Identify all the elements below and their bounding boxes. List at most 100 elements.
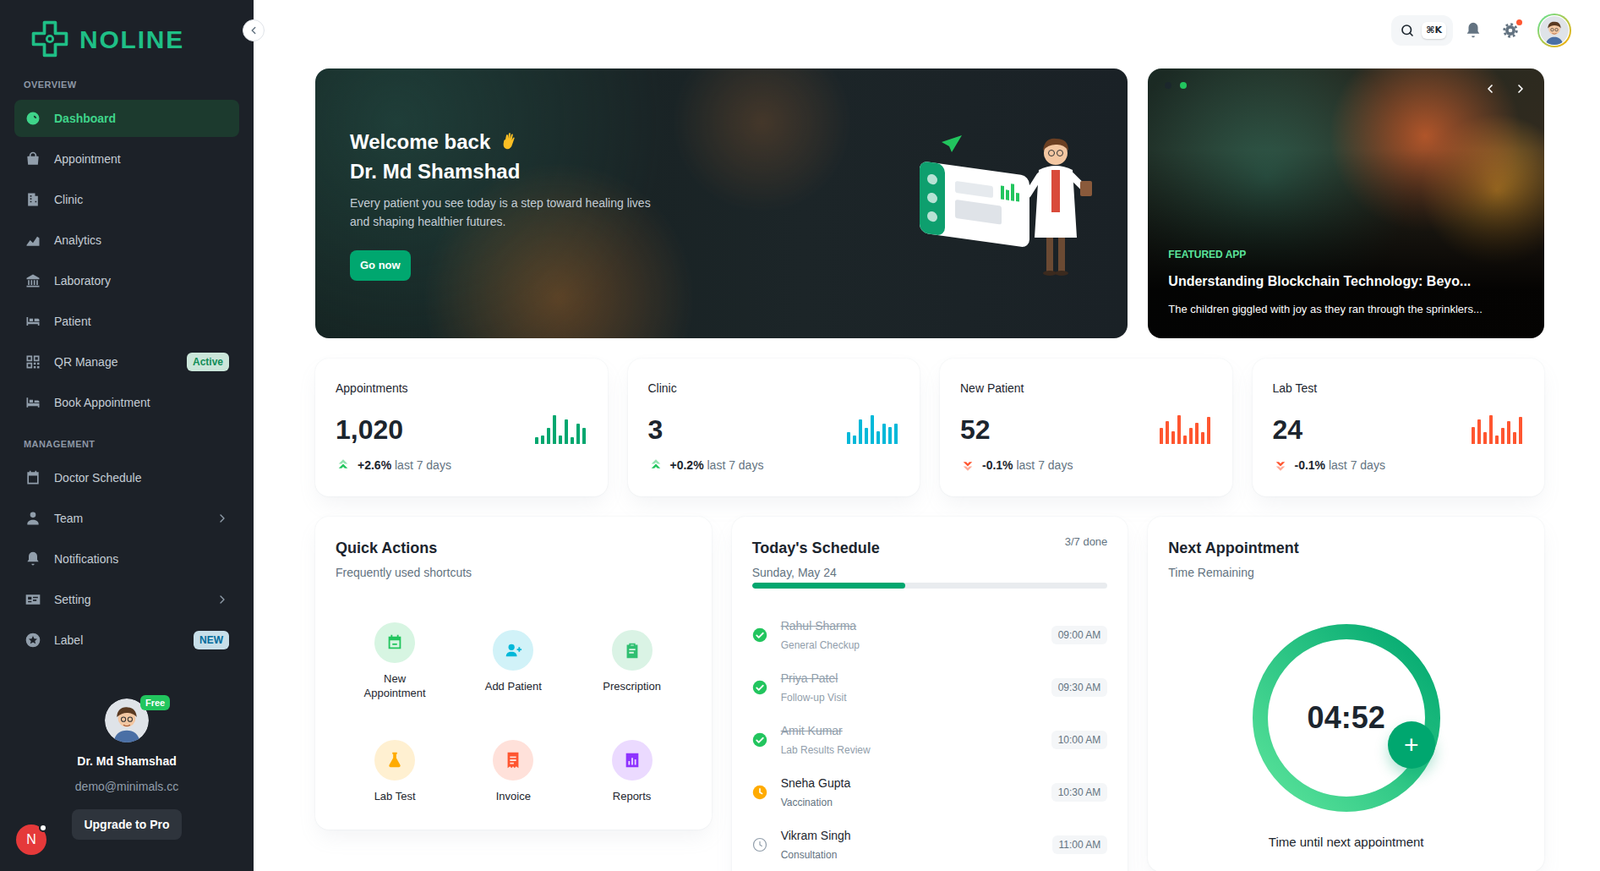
clipboard-icon bbox=[611, 629, 653, 671]
chevron-right-icon bbox=[215, 511, 230, 525]
account-button[interactable]: N bbox=[16, 824, 47, 855]
stat-card: Clinic3+0.2% last 7 days bbox=[627, 358, 921, 497]
sidebar-item[interactable]: Appointment bbox=[14, 140, 240, 178]
stat-title: Appointments bbox=[335, 378, 588, 398]
stat-value: 1,020 bbox=[335, 412, 404, 447]
quick-action[interactable]: Prescription bbox=[572, 614, 691, 708]
chart-bar bbox=[1177, 415, 1181, 444]
stat-title: Lab Test bbox=[1272, 378, 1525, 398]
doctor-name: Dr. Md Shamshad bbox=[349, 156, 520, 186]
sidebar-item[interactable]: Clinic bbox=[14, 180, 240, 219]
patient-name: Sneha Gupta bbox=[780, 773, 1038, 792]
waving-hand-icon bbox=[498, 131, 519, 152]
brand[interactable]: NOLINE bbox=[0, 0, 254, 78]
next-appointment-card: Next AppointmentTime Remaining04:52+Time… bbox=[1147, 516, 1545, 871]
appointment-time: 09:30 AM bbox=[1051, 677, 1109, 697]
schedule-item[interactable]: Sneha GuptaVaccination10:30 AM bbox=[752, 765, 1109, 819]
sidebar-item[interactable]: Dashboard bbox=[14, 99, 240, 137]
schedule-item[interactable]: Amit KumarLab Results Review10:00 AM bbox=[752, 713, 1109, 766]
bell-icon bbox=[1463, 21, 1483, 40]
sidebar-item[interactable]: Analytics bbox=[14, 221, 240, 259]
sidebar-item-label: Clinic bbox=[54, 191, 230, 209]
sidebar-item[interactable]: Book Appointment bbox=[14, 383, 240, 421]
carousel-dots bbox=[1164, 81, 1187, 89]
section-title: OVERVIEW bbox=[0, 77, 254, 92]
featured-title: Understanding Blockchain Technology: Bey… bbox=[1168, 271, 1524, 292]
patient-name: Vikram Singh bbox=[780, 825, 1039, 845]
sidebar-item-label: Notifications bbox=[54, 550, 230, 568]
schedule-item[interactable]: Priya PatelFollow-up Visit 09:30 AM bbox=[752, 660, 1109, 714]
user-email: demo@minimals.cc bbox=[75, 778, 179, 794]
sidebar-item[interactable]: Patient bbox=[14, 302, 240, 340]
carousel-dot[interactable] bbox=[1164, 81, 1172, 89]
card-title: Today's Schedule bbox=[752, 536, 880, 559]
dashboard-content: Welcome backDr. Md ShamshadEvery patient… bbox=[253, 60, 1600, 871]
stat-change: +2.6% bbox=[357, 458, 392, 472]
progress-track bbox=[752, 582, 1109, 589]
sidebar-item[interactable]: Setting bbox=[14, 580, 240, 618]
sidebar-item-label: Book Appointment bbox=[54, 393, 230, 412]
countdown-progress bbox=[1260, 631, 1433, 804]
account-avatar[interactable] bbox=[1537, 13, 1572, 48]
sidebar-item[interactable]: Team bbox=[14, 499, 240, 537]
sidebar-section: OVERVIEW DashboardAppointment Clinic Analyt… bbox=[0, 77, 254, 421]
sidebar-item-label: Doctor Schedule bbox=[54, 469, 230, 487]
flask-icon bbox=[374, 739, 416, 781]
account-initial: N bbox=[26, 829, 37, 850]
chart-bar bbox=[846, 431, 851, 444]
trend-down-icon bbox=[960, 457, 976, 473]
chart-bar bbox=[1189, 427, 1193, 444]
appointment-type: Consultation bbox=[780, 846, 1039, 863]
appointment-type: Lab Results Review bbox=[780, 741, 1038, 759]
quick-action[interactable]: Invoice bbox=[453, 724, 573, 818]
quick-action[interactable]: Reports bbox=[572, 724, 691, 818]
notifications-button[interactable] bbox=[1456, 13, 1491, 48]
quick-action[interactable]: Lab Test bbox=[335, 724, 454, 818]
laboratory-icon bbox=[24, 272, 42, 290]
quick-action[interactable]: Add Patient bbox=[453, 614, 573, 708]
next-button[interactable] bbox=[1510, 78, 1531, 99]
chart-bar bbox=[1206, 416, 1211, 444]
schedule-item[interactable]: Vikram SinghConsultation11:00 AM bbox=[752, 818, 1109, 871]
sidebar-item[interactable]: QR ManageActive bbox=[14, 343, 240, 381]
check-circle-icon bbox=[752, 731, 768, 748]
sidebar-item[interactable]: Laboratory bbox=[14, 262, 240, 300]
sidebar-item[interactable]: LabelNEW bbox=[14, 621, 240, 659]
search-button[interactable]: ⌘K bbox=[1391, 15, 1453, 46]
quick-action-label: Lab Test bbox=[374, 788, 416, 803]
chevron-left-icon bbox=[247, 24, 260, 37]
chart-bar bbox=[1171, 431, 1175, 444]
stat-period: last 7 days bbox=[1015, 458, 1073, 472]
schedule-item[interactable]: Rahul SharmaGeneral Checkup09:00 AM bbox=[752, 608, 1109, 661]
countdown-ring: 04:52+ bbox=[1245, 616, 1448, 820]
quick-action[interactable]: New Appointment bbox=[335, 614, 454, 708]
add-appointment-button[interactable]: + bbox=[1387, 720, 1436, 769]
carousel-dot[interactable] bbox=[1179, 81, 1187, 89]
search-icon bbox=[1399, 22, 1415, 39]
go-now-button[interactable]: Go now bbox=[349, 250, 411, 281]
chevron-right-icon bbox=[215, 592, 230, 607]
sidebar-item[interactable]: Notifications bbox=[14, 540, 240, 578]
trend-down-icon bbox=[1272, 457, 1289, 473]
badge: Active bbox=[186, 352, 230, 372]
id-card-icon bbox=[24, 590, 42, 608]
mini-bar-chart bbox=[1471, 415, 1523, 444]
quick-action-label: Add Patient bbox=[485, 678, 542, 694]
receipt-icon bbox=[492, 739, 534, 781]
previous-button[interactable] bbox=[1479, 78, 1501, 99]
plan-badge: Free bbox=[140, 694, 170, 710]
upgrade-button[interactable]: Upgrade to Pro bbox=[71, 808, 181, 840]
stat-change: -0.1% bbox=[1294, 458, 1327, 472]
chart-bar bbox=[1489, 415, 1493, 444]
sidebar-item[interactable]: Doctor Schedule bbox=[14, 458, 240, 497]
sidebar-section: MANAGEMENTDoctor ScheduleTeamNotificatio… bbox=[0, 436, 254, 659]
calendar-icon bbox=[374, 622, 416, 663]
collapse-button[interactable] bbox=[242, 19, 265, 42]
user-icon bbox=[24, 509, 42, 527]
patient-name: Rahul Sharma bbox=[780, 616, 1038, 635]
appointment-type: Follow-up Visit bbox=[780, 688, 1038, 706]
calendar-icon bbox=[24, 469, 42, 487]
card-subtitle: Frequently used shortcuts bbox=[335, 563, 692, 581]
patient-name: Priya Patel bbox=[780, 668, 1038, 688]
settings-button[interactable] bbox=[1493, 13, 1528, 48]
